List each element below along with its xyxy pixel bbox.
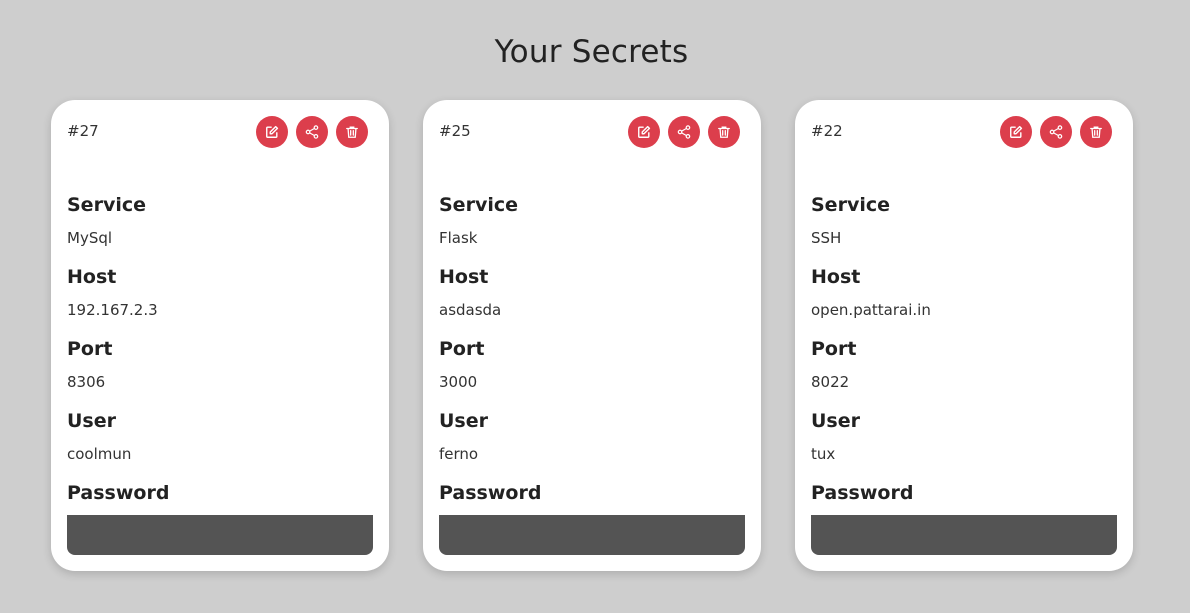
port-value: 3000	[439, 373, 478, 391]
port-value: 8306	[67, 373, 106, 391]
delete-button[interactable]	[708, 116, 740, 148]
service-label: Service	[67, 194, 146, 216]
card-actions	[628, 116, 740, 148]
delete-button[interactable]	[1080, 116, 1112, 148]
port-label: Port	[811, 338, 857, 360]
service-value: SSH	[811, 229, 842, 247]
service-value: MySql	[67, 229, 113, 247]
user-value: tux	[811, 445, 836, 463]
user-value: ferno	[439, 445, 479, 463]
password-label: Password	[67, 482, 170, 504]
share-button[interactable]	[296, 116, 328, 148]
user-label: User	[811, 410, 860, 432]
password-mask[interactable]	[67, 515, 373, 555]
secret-id: #22	[811, 122, 843, 140]
host-label: Host	[811, 266, 861, 288]
card-actions	[256, 116, 368, 148]
share-icon	[1049, 125, 1063, 139]
port-label: Port	[439, 338, 485, 360]
host-value: 192.167.2.3	[67, 301, 158, 319]
host-value: open.pattarai.in	[811, 301, 931, 319]
trash-icon	[1090, 126, 1102, 138]
edit-button[interactable]	[256, 116, 288, 148]
user-label: User	[439, 410, 488, 432]
trash-icon	[346, 126, 358, 138]
secret-card: #25 Service Flask Host asdasda Port 3000…	[423, 100, 761, 571]
password-label: Password	[811, 482, 914, 504]
service-label: Service	[811, 194, 890, 216]
card-actions	[1000, 116, 1112, 148]
password-mask[interactable]	[439, 515, 745, 555]
host-value: asdasda	[439, 301, 502, 319]
page-title: Your Secrets	[494, 34, 689, 70]
service-value: Flask	[439, 229, 478, 247]
host-label: Host	[67, 266, 117, 288]
delete-button[interactable]	[336, 116, 368, 148]
port-value: 8022	[811, 373, 850, 391]
service-label: Service	[439, 194, 518, 216]
host-label: Host	[439, 266, 489, 288]
user-label: User	[67, 410, 116, 432]
port-label: Port	[67, 338, 113, 360]
edit-button[interactable]	[1000, 116, 1032, 148]
share-icon	[305, 125, 319, 139]
secret-card: #27 Service MySql Host 192.167.2.3 Port …	[51, 100, 389, 571]
secret-id: #27	[67, 122, 99, 140]
secret-id: #25	[439, 122, 471, 140]
edit-button[interactable]	[628, 116, 660, 148]
secrets-list: #27 Service MySql Host 192.167.2.3 Port …	[51, 100, 1135, 572]
secret-card: #22 Service SSH Host open.pattarai.in Po…	[795, 100, 1133, 571]
edit-icon	[266, 125, 279, 138]
edit-icon	[638, 125, 651, 138]
edit-icon	[1010, 125, 1023, 138]
password-mask[interactable]	[811, 515, 1117, 555]
password-label: Password	[439, 482, 542, 504]
share-button[interactable]	[668, 116, 700, 148]
user-value: coolmun	[67, 445, 132, 463]
share-icon	[677, 125, 691, 139]
trash-icon	[718, 126, 730, 138]
share-button[interactable]	[1040, 116, 1072, 148]
